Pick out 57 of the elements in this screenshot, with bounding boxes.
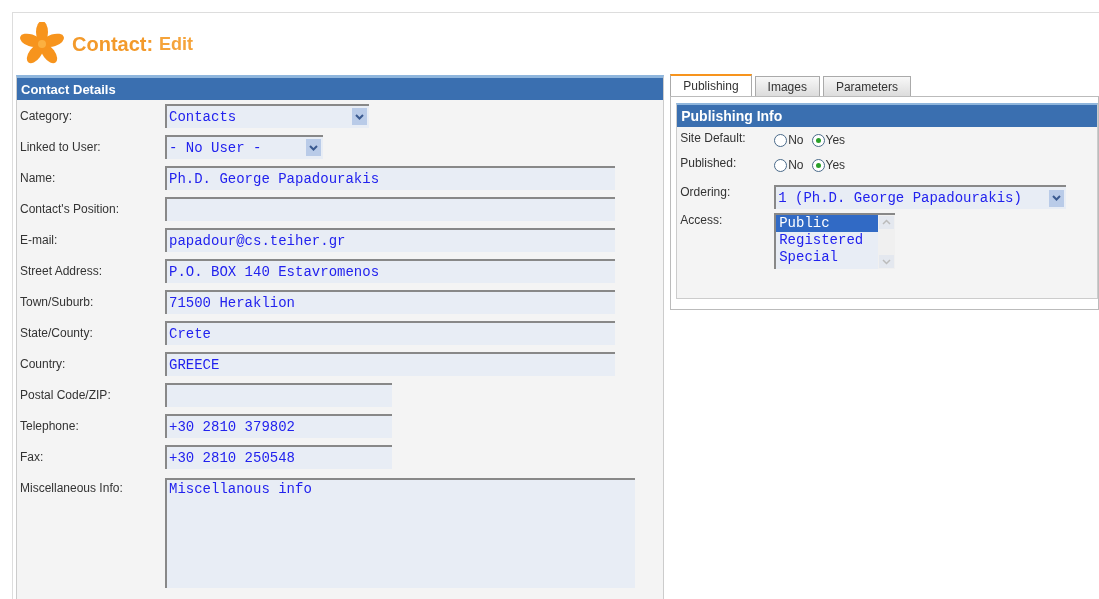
text-field[interactable]: P.O. BOX 140 Estavromenos xyxy=(165,258,615,283)
field-label: Category: xyxy=(20,108,74,123)
radio-label: No xyxy=(788,158,804,172)
scrollbar[interactable] xyxy=(878,215,896,269)
dropdown[interactable]: - No User - xyxy=(165,134,323,159)
field-label: E-mail: xyxy=(20,232,59,247)
text-field[interactable]: 71500 Heraklion xyxy=(165,289,615,314)
text-field[interactable]: Ph.D. George Papadourakis xyxy=(165,165,615,190)
section-header: Publishing Info xyxy=(677,105,1097,127)
section-header: Contact Details xyxy=(17,78,664,100)
list-option[interactable]: Public xyxy=(776,215,879,232)
caret-icon xyxy=(1049,189,1065,207)
field-label: Telephone: xyxy=(20,418,80,433)
field-label: State/County: xyxy=(20,325,94,340)
caret-down-icon[interactable] xyxy=(878,254,896,269)
field-label: Street Address: xyxy=(20,263,104,278)
field-label: Country: xyxy=(20,356,67,371)
tab[interactable]: Images xyxy=(754,76,820,96)
text-area[interactable]: Miscellanous info xyxy=(165,478,635,588)
radio-button[interactable] xyxy=(774,134,788,147)
tab[interactable]: Publishing xyxy=(670,74,752,96)
radio-button[interactable] xyxy=(811,159,825,172)
field-label: Name: xyxy=(20,170,57,185)
caret-icon xyxy=(352,108,367,125)
flower-icon xyxy=(18,22,66,66)
field-label: Published: xyxy=(680,156,738,170)
caret-icon xyxy=(306,139,321,156)
field-label: Linked to User: xyxy=(20,139,102,154)
text-field[interactable] xyxy=(165,196,615,221)
field-label: Fax: xyxy=(20,449,45,464)
radio-button[interactable] xyxy=(811,134,825,147)
radio-label: No xyxy=(788,133,804,147)
radio-label: Yes xyxy=(825,158,846,172)
list-option[interactable]: Special xyxy=(776,249,879,266)
field-label: Site Default: xyxy=(680,131,747,145)
field-label: Contact's Position: xyxy=(20,201,120,216)
text-field[interactable]: +30 2810 250548 xyxy=(165,444,392,469)
text-field[interactable]: Crete xyxy=(165,320,615,345)
list-option[interactable]: Registered xyxy=(776,232,879,249)
field-label: Miscellaneous Info: xyxy=(20,480,124,495)
field-label: Town/Suburb: xyxy=(20,294,95,309)
page-subtitle: Edit xyxy=(159,33,194,55)
field-label: Postal Code/ZIP: xyxy=(20,387,112,402)
text-field[interactable]: +30 2810 379802 xyxy=(165,413,392,438)
tab[interactable]: Parameters xyxy=(822,76,911,96)
caret-up-icon[interactable] xyxy=(878,215,896,230)
text-field[interactable] xyxy=(165,382,392,407)
page-title: Contact: xyxy=(72,32,154,56)
text-field[interactable]: papadour@cs.teiher.gr xyxy=(165,227,615,252)
dropdown[interactable]: 1 (Ph.D. George Papadourakis) xyxy=(774,185,1067,209)
list-box[interactable]: Public Registered Special xyxy=(774,213,896,269)
dropdown[interactable]: Contacts xyxy=(165,103,369,128)
radio-button[interactable] xyxy=(774,159,788,172)
field-label: Access: xyxy=(680,213,724,227)
radio-label: Yes xyxy=(825,133,846,147)
text-field[interactable]: GREECE xyxy=(165,351,615,376)
field-label: Ordering: xyxy=(680,185,732,199)
